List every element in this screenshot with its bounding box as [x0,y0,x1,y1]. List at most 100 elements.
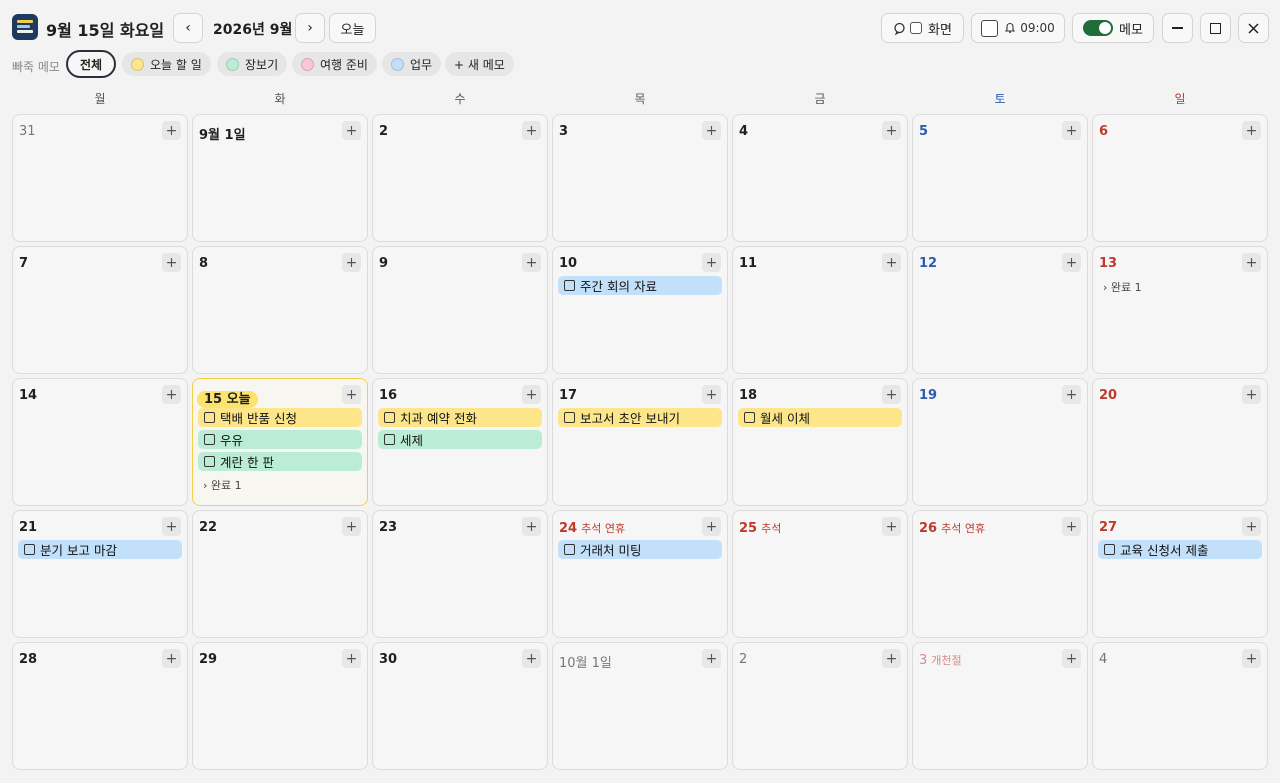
add-memo-button[interactable]: + [1062,121,1081,140]
close-button[interactable] [1238,13,1269,43]
add-memo-button[interactable]: + [1062,253,1081,272]
add-memo-button[interactable]: + [702,649,721,668]
memo-checkbox[interactable] [204,434,215,445]
add-memo-button[interactable]: + [1062,385,1081,404]
add-memo-button[interactable]: + [1242,121,1261,140]
day-cell[interactable]: 26 추석 연휴 + [912,510,1088,638]
day-cell[interactable]: 11 + [732,246,908,374]
day-cell[interactable]: 3 개천절 + [912,642,1088,770]
day-cell[interactable]: 13 + › 완료 1 [1092,246,1268,374]
day-cell[interactable]: 17 + 보고서 초안 보내기 [552,378,728,506]
add-memo-button[interactable]: + [522,517,541,536]
add-memo-button[interactable]: + [702,121,721,140]
day-cell[interactable]: 31 + [12,114,188,242]
memo-checkbox[interactable] [204,456,215,467]
day-cell[interactable]: 21 + 분기 보고 마감 [12,510,188,638]
day-cell[interactable]: 29 + [192,642,368,770]
day-cell[interactable]: 18 + 월세 이체 [732,378,908,506]
memo-item[interactable]: 거래처 미팅 [558,540,722,559]
add-memo-button[interactable]: + [522,385,541,404]
memo-item[interactable]: 월세 이체 [738,408,902,427]
memo-item[interactable]: 계란 한 판 [198,452,362,471]
screen-option-button[interactable]: 화면 [881,13,964,43]
memo-item[interactable]: 택배 반품 신청 [198,408,362,427]
prev-month-button[interactable]: ‹ [173,13,203,43]
memo-checkbox[interactable] [1104,544,1115,555]
day-cell[interactable]: 20 + [1092,378,1268,506]
memo-item[interactable]: 주간 회의 자료 [558,276,722,295]
day-cell[interactable]: 23 + [372,510,548,638]
add-memo-button[interactable]: + [522,253,541,272]
day-cell[interactable]: 3 + [552,114,728,242]
day-cell[interactable]: 24 추석 연휴 + 거래처 미팅 [552,510,728,638]
memo-toggle-switch[interactable] [1083,20,1114,36]
filter-chip-today[interactable]: 오늘 할 일 [122,52,211,76]
day-cell[interactable]: 9월 1일 + [192,114,368,242]
day-cell[interactable]: 6 + [1092,114,1268,242]
add-memo-button[interactable]: + [162,121,181,140]
memo-item[interactable]: 보고서 초안 보내기 [558,408,722,427]
screen-checkbox[interactable] [910,22,923,34]
memo-item[interactable]: 세제 [378,430,542,449]
add-memo-button[interactable]: + [342,253,361,272]
add-memo-button[interactable]: + [342,649,361,668]
alarm-button[interactable]: 09:00 [971,13,1065,43]
add-memo-button[interactable]: + [702,385,721,404]
add-memo-button[interactable]: + [702,253,721,272]
day-cell[interactable]: 25 추석 + [732,510,908,638]
memo-checkbox[interactable] [384,412,395,423]
memo-item[interactable]: 분기 보고 마감 [18,540,182,559]
filter-chip-shopping[interactable]: 장보기 [217,52,288,76]
maximize-button[interactable] [1200,13,1231,43]
filter-chip-work[interactable]: 업무 [382,52,442,76]
day-cell[interactable]: 16 + 치과 예약 전화 세제 [372,378,548,506]
memo-checkbox[interactable] [204,412,215,423]
day-cell[interactable]: 22 + [192,510,368,638]
add-memo-button[interactable]: + [1242,253,1261,272]
add-memo-button[interactable]: + [342,517,361,536]
add-memo-button[interactable]: + [882,385,901,404]
add-memo-button[interactable]: + [1242,517,1261,536]
day-cell[interactable]: 9 + [372,246,548,374]
add-memo-button[interactable]: + [342,385,361,404]
memo-checkbox[interactable] [564,280,575,291]
alarm-checkbox[interactable] [981,19,999,37]
memo-item[interactable]: 교육 신청서 제출 [1098,540,1262,559]
today-button[interactable]: 오늘 [329,13,376,43]
completed-toggle[interactable]: › 완료 1 [203,477,242,493]
add-memo-button[interactable]: + [522,649,541,668]
add-memo-button[interactable]: + [882,649,901,668]
day-cell[interactable]: 5 + [912,114,1088,242]
day-cell[interactable]: 10 + 주간 회의 자료 [552,246,728,374]
memo-item[interactable]: 우유 [198,430,362,449]
minimize-button[interactable] [1162,13,1193,43]
add-memo-button[interactable]: + [882,517,901,536]
day-cell[interactable]: 14 + [12,378,188,506]
add-memo-button[interactable]: + [522,121,541,140]
add-memo-button[interactable]: + [1242,385,1261,404]
add-memo-button[interactable]: + [882,121,901,140]
completed-toggle[interactable]: › 완료 1 [1103,279,1142,295]
memo-checkbox[interactable] [744,412,755,423]
day-cell[interactable]: 27 + 교육 신청서 제출 [1092,510,1268,638]
filter-chip-travel[interactable]: 여행 준비 [292,52,377,76]
add-memo-button[interactable]: + [702,517,721,536]
add-memo-button[interactable]: + [162,253,181,272]
next-month-button[interactable]: › [295,13,325,43]
day-cell[interactable]: 12 + [912,246,1088,374]
add-memo-button[interactable]: + [1242,649,1261,668]
day-cell[interactable]: 19 + [912,378,1088,506]
memo-item[interactable]: 치과 예약 전화 [378,408,542,427]
day-cell[interactable]: 4 + [1092,642,1268,770]
add-memo-button[interactable]: + [162,517,181,536]
filter-chip-all[interactable]: 전체 [66,50,117,78]
add-memo-button[interactable]: + [342,121,361,140]
add-memo-button[interactable]: + [1062,517,1081,536]
day-cell[interactable]: 7 + [12,246,188,374]
day-cell[interactable]: 2 + [732,642,908,770]
memo-checkbox[interactable] [24,544,35,555]
memo-toggle-button[interactable]: 메모 [1072,13,1154,43]
day-cell[interactable]: 28 + [12,642,188,770]
add-memo-button[interactable]: + [162,385,181,404]
day-cell-today[interactable]: 15 오늘 + 택배 반품 신청 우유 계란 한 판 › 완료 1 [192,378,368,506]
